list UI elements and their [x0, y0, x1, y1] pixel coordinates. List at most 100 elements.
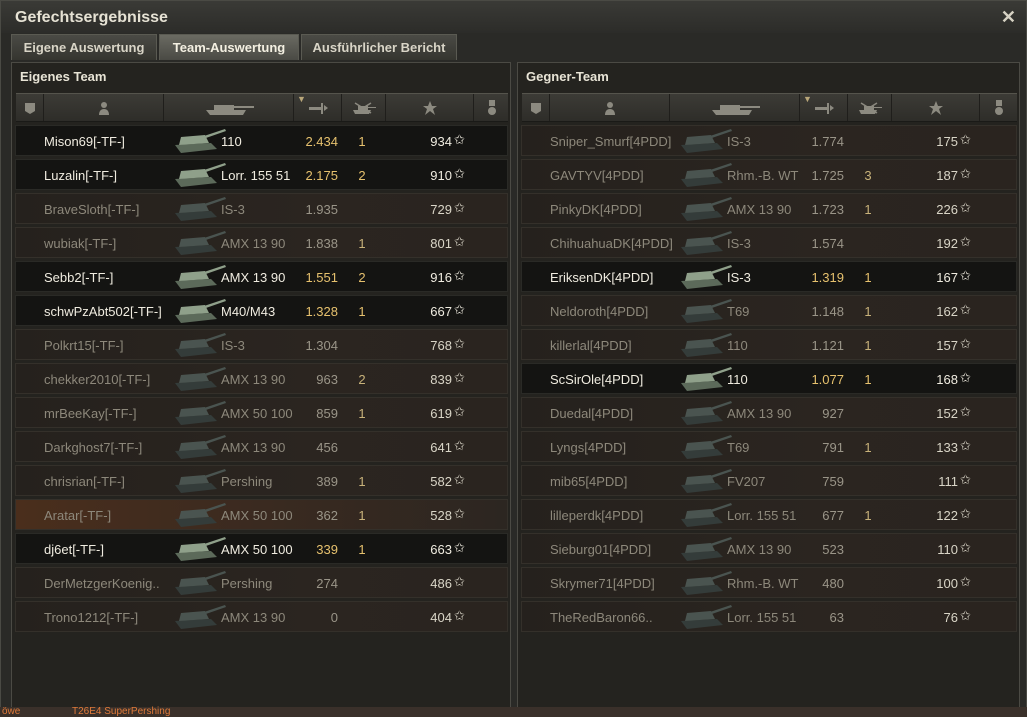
player-silhouette-icon[interactable]: [44, 94, 164, 121]
player-row[interactable]: Skrymer71[4PDD] Rhm.-B. WT 480 100 ✩: [521, 567, 1017, 598]
destroyed-tank-icon[interactable]: [848, 94, 892, 121]
player-name: EriksenDK[4PDD]: [550, 270, 654, 285]
player-row[interactable]: Mison69[-TF-] 110 2.434 1 934 ✩: [15, 125, 508, 156]
player-row[interactable]: schwPzAbt502[-TF-] M40/M43 1.328 1 667 ✩: [15, 295, 508, 326]
medal-icon[interactable]: [980, 94, 1018, 121]
close-icon[interactable]: ✕: [1001, 7, 1016, 28]
rank-chevron-icon[interactable]: [16, 94, 44, 121]
player-row[interactable]: dj6et[-TF-] AMX 50 100 339 1 663 ✩: [15, 533, 508, 564]
player-row[interactable]: Neldoroth[4PDD] T69 1.148 1 162 ✩: [521, 295, 1017, 326]
kills-value: 1: [864, 440, 872, 455]
destroyed-tank-icon[interactable]: [342, 94, 386, 121]
own-team-panel: Eigenes Team ▼ Mison69[-TF-] 110 2.434 1…: [11, 62, 511, 708]
player-row[interactable]: mrBeeKay[-TF-] AMX 50 100 859 1 619 ✩: [15, 397, 508, 428]
xp-star-icon: ✩: [960, 200, 971, 215]
player-row[interactable]: chekker2010[-TF-] AMX 13 90 963 2 839 ✩: [15, 363, 508, 394]
damage-value: 274: [316, 576, 338, 591]
player-silhouette-icon[interactable]: [550, 94, 670, 121]
tank-name: IS-3: [221, 338, 245, 353]
player-row[interactable]: Trono1212[-TF-] AMX 13 90 0 404 ✩: [15, 601, 508, 632]
damage-icon[interactable]: ▼: [294, 94, 342, 121]
player-row[interactable]: Duedal[4PDD] AMX 13 90 927 152 ✩: [521, 397, 1017, 428]
player-row[interactable]: Sniper_Smurf[4PDD] IS-3 1.774 175 ✩: [521, 125, 1017, 156]
tank-name: IS-3: [221, 202, 245, 217]
kills-value: 1: [864, 270, 872, 285]
xp-value: 729: [430, 202, 452, 217]
damage-value: 791: [822, 440, 844, 455]
player-row[interactable]: Luzalin[-TF-] Lorr. 155 51 2.175 2 910 ✩: [15, 159, 508, 190]
xp-value: 641: [430, 440, 452, 455]
xp-star-icon: ✩: [454, 370, 465, 385]
player-row[interactable]: wubiak[-TF-] AMX 13 90 1.838 1 801 ✩: [15, 227, 508, 258]
star-icon[interactable]: [892, 94, 980, 121]
xp-star-icon: ✩: [454, 472, 465, 487]
player-row[interactable]: GAVTYV[4PDD] Rhm.-B. WT 1.725 3 187 ✩: [521, 159, 1017, 190]
xp-value: 768: [430, 338, 452, 353]
tank-name: FV207: [727, 474, 766, 489]
tab-detailed-report[interactable]: Ausführlicher Bericht: [301, 34, 457, 60]
damage-value: 1.725: [811, 168, 844, 183]
kills-value: 1: [864, 372, 872, 387]
player-row[interactable]: PinkyDK[4PDD] AMX 13 90 1.723 1 226 ✩: [521, 193, 1017, 224]
player-row[interactable]: mib65[4PDD] FV207 759 111 ✩: [521, 465, 1017, 496]
xp-star-icon: ✩: [960, 302, 971, 317]
xp-value: 663: [430, 542, 452, 557]
player-row[interactable]: Sebb2[-TF-] AMX 13 90 1.551 2 916 ✩: [15, 261, 508, 292]
tab-team-evaluation[interactable]: Team-Auswertung: [159, 34, 299, 60]
player-row[interactable]: chrisrian[-TF-] Pershing 389 1 582 ✩: [15, 465, 508, 496]
player-name: PinkyDK[4PDD]: [550, 202, 642, 217]
medal-icon[interactable]: [474, 94, 510, 121]
player-row[interactable]: Polkrt15[-TF-] IS-3 1.304 768 ✩: [15, 329, 508, 360]
damage-value: 963: [316, 372, 338, 387]
damage-value: 1.723: [811, 202, 844, 217]
tank-name: Rhm.-B. WT: [727, 576, 799, 591]
tank-thumbnail-icon: [677, 467, 733, 494]
tank-thumbnail-icon: [677, 195, 733, 222]
kills-value: 1: [358, 304, 366, 319]
player-row[interactable]: lilleperdk[4PDD] Lorr. 155 51 677 1 122 ✩: [521, 499, 1017, 530]
player-row[interactable]: TheRedBaron66.. Lorr. 155 51 63 76 ✩: [521, 601, 1017, 632]
xp-star-icon: ✩: [960, 404, 971, 419]
xp-value: 157: [936, 338, 958, 353]
player-name: Aratar[-TF-]: [44, 508, 112, 523]
xp-star-icon: ✩: [454, 302, 465, 317]
player-row[interactable]: killerlal[4PDD] 110 1.121 1 157 ✩: [521, 329, 1017, 360]
player-row[interactable]: DerMetzgerKoenig.. Pershing 274 486 ✩: [15, 567, 508, 598]
player-name: ChihuahuaDK[4PDD]: [550, 236, 673, 251]
xp-value: 167: [936, 270, 958, 285]
tab-own-evaluation[interactable]: Eigene Auswertung: [11, 34, 157, 60]
xp-value: 187: [936, 168, 958, 183]
rank-chevron-icon[interactable]: [522, 94, 550, 121]
tank-name: AMX 50 100: [221, 406, 293, 421]
player-row[interactable]: ChihuahuaDK[4PDD] IS-3 1.574 192 ✩: [521, 227, 1017, 258]
player-name: Skrymer71[4PDD]: [550, 576, 655, 591]
kills-value: 2: [358, 270, 366, 285]
player-row[interactable]: Sieburg01[4PDD] AMX 13 90 523 110 ✩: [521, 533, 1017, 564]
tank-icon[interactable]: [164, 94, 294, 121]
xp-value: 667: [430, 304, 452, 319]
xp-star-icon: ✩: [454, 608, 465, 623]
player-row[interactable]: Aratar[-TF-] AMX 50 100 362 1 528 ✩: [15, 499, 508, 530]
xp-value: 916: [430, 270, 452, 285]
player-row[interactable]: EriksenDK[4PDD] IS-3 1.319 1 167 ✩: [521, 261, 1017, 292]
player-row[interactable]: ScSirOle[4PDD] 110 1.077 1 168 ✩: [521, 363, 1017, 394]
tank-name: Rhm.-B. WT: [727, 168, 799, 183]
damage-icon[interactable]: ▼: [800, 94, 848, 121]
tank-thumbnail-icon: [171, 161, 227, 188]
xp-value: 100: [936, 576, 958, 591]
player-name: Darkghost7[-TF-]: [44, 440, 143, 455]
tank-thumbnail-icon: [677, 229, 733, 256]
tank-icon[interactable]: [670, 94, 800, 121]
star-icon[interactable]: [386, 94, 474, 121]
player-row[interactable]: BraveSloth[-TF-] IS-3 1.935 729 ✩: [15, 193, 508, 224]
kills-value: 1: [358, 474, 366, 489]
player-name: dj6et[-TF-]: [44, 542, 104, 557]
player-name: Trono1212[-TF-]: [44, 610, 139, 625]
player-row[interactable]: Darkghost7[-TF-] AMX 13 90 456 641 ✩: [15, 431, 508, 462]
xp-star-icon: ✩: [454, 166, 465, 181]
player-row[interactable]: Lyngs[4PDD] T69 791 1 133 ✩: [521, 431, 1017, 462]
tank-thumbnail-icon: [677, 263, 733, 290]
xp-value: 152: [936, 406, 958, 421]
sort-indicator-icon: ▼: [803, 94, 812, 104]
tank-name: IS-3: [727, 134, 751, 149]
